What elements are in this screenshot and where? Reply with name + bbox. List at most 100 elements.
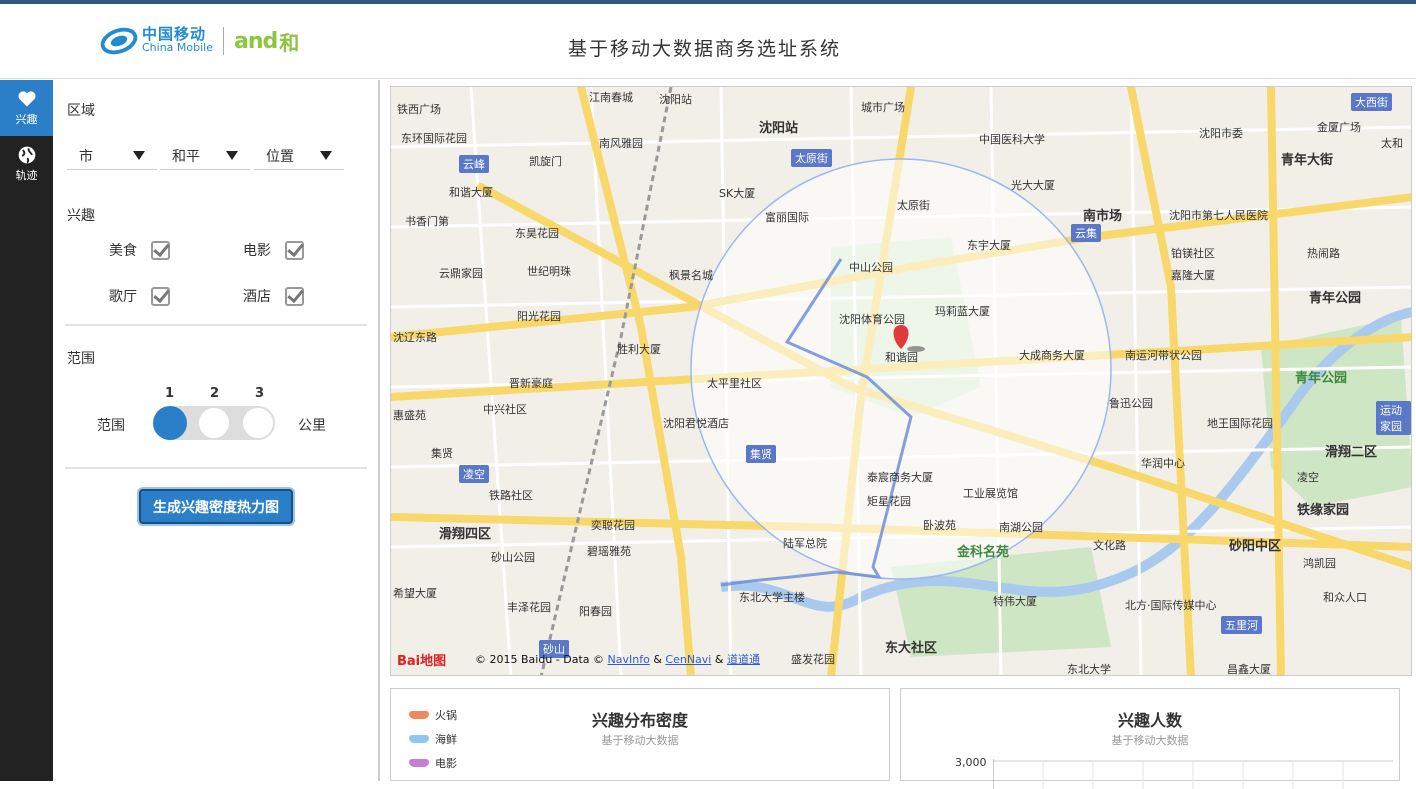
map-badge: 运动家园 xyxy=(1376,401,1411,435)
range-knob-1[interactable] xyxy=(153,406,187,440)
map-label: 江南春城 xyxy=(589,91,633,104)
generate-heatmap-button[interactable]: 生成兴趣密度热力图 xyxy=(139,489,293,524)
interest-food[interactable]: 美食 xyxy=(109,240,170,260)
interest-ktv[interactable]: 歌厅 xyxy=(109,286,170,306)
map-label: 云鼎家园 xyxy=(439,267,483,280)
density-chart-card: 火锅 海鲜 电影 兴趣分布密度 基于移动大数据 xyxy=(390,688,890,781)
map-label: 希望大厦 xyxy=(393,587,437,600)
navinfo-link[interactable]: NavInfo xyxy=(608,653,650,666)
city-select[interactable]: 市 xyxy=(67,142,157,170)
map-label: 世纪明珠 xyxy=(527,265,571,278)
chevron-down-icon xyxy=(320,151,332,160)
map-label: 工业展览馆 xyxy=(963,487,1018,500)
district-select[interactable]: 和平 xyxy=(160,142,250,170)
map-label: 书香门第 xyxy=(405,215,449,228)
range-slider[interactable] xyxy=(153,406,275,440)
legend-item-movie[interactable]: 电影 xyxy=(409,755,457,771)
location-select-value: 位置 xyxy=(266,148,294,165)
range-label: 范围 xyxy=(67,351,95,367)
daodaotong-link[interactable]: 道道通 xyxy=(727,653,760,666)
range-knob-3[interactable] xyxy=(243,408,273,438)
map-label: 南风雅园 xyxy=(599,137,643,150)
map-label: 胜利大厦 xyxy=(617,343,661,356)
brand-cn: 中国移动 xyxy=(142,25,207,43)
map-label: 滑翔二区 xyxy=(1325,445,1378,460)
checkbox[interactable] xyxy=(151,240,170,260)
map-label: 铁缘家园 xyxy=(1297,503,1350,518)
cennavi-link[interactable]: CenNavi xyxy=(665,653,711,666)
he-logo: 和 xyxy=(279,30,300,55)
legend-label: 电影 xyxy=(435,757,457,770)
map-label: 东大社区 xyxy=(885,641,938,656)
map-label: 砂阳中区 xyxy=(1229,539,1282,554)
legend-swatch xyxy=(409,759,429,767)
copyright-amp: & xyxy=(653,653,662,666)
nav-item-interest[interactable]: 兴趣 xyxy=(0,80,53,136)
divider xyxy=(65,467,367,469)
nav-label: 轨迹 xyxy=(15,169,38,182)
map-label: 阳春园 xyxy=(579,605,612,618)
map-label: 沈阳君悦酒店 xyxy=(663,417,729,430)
map-label: 太原街 xyxy=(897,199,930,212)
city-select-value: 市 xyxy=(79,148,93,165)
china-mobile-logo-icon xyxy=(100,27,138,55)
map-label: SK大厦 xyxy=(719,187,756,200)
map-label: 泰宸商务大厦 xyxy=(867,471,933,484)
district-select-value: 和平 xyxy=(172,148,200,165)
map-label: 沈阳站 xyxy=(659,93,692,106)
interest-movie-label: 电影 xyxy=(243,243,271,259)
checkbox[interactable] xyxy=(285,240,304,260)
map-badge: 云峰 xyxy=(459,155,489,173)
interest-ktv-label: 歌厅 xyxy=(109,289,137,305)
nav-item-trajectory[interactable]: 轨迹 xyxy=(0,136,53,192)
map-label: 青年公园 xyxy=(1309,291,1362,306)
range-circle xyxy=(690,158,1112,580)
map-label: 奕聪花园 xyxy=(591,519,635,532)
nav-label: 兴趣 xyxy=(15,113,38,126)
map-badge: 云集 xyxy=(1071,224,1101,242)
map-label: 大成商务大厦 xyxy=(1019,349,1085,362)
checkbox[interactable] xyxy=(151,286,170,306)
map-label: 南运河带状公园 xyxy=(1125,349,1202,362)
interest-hotel[interactable]: 酒店 xyxy=(243,286,304,306)
copyright-amp: & xyxy=(714,653,724,666)
baidu-map-logo[interactable]: Bai地图 xyxy=(397,650,446,669)
map-label: 华润中心 xyxy=(1141,457,1185,470)
map-label: 陆军总院 xyxy=(783,537,827,550)
globe-icon xyxy=(18,146,35,164)
map-label: 富丽国际 xyxy=(765,211,809,224)
range-knob-2[interactable] xyxy=(199,408,229,438)
interest-food-label: 美食 xyxy=(109,243,137,259)
checkbox[interactable] xyxy=(285,286,304,306)
map-label: 矩星花园 xyxy=(867,495,911,508)
map-label: 丰泽花园 xyxy=(507,601,551,614)
map-label: 南湖公园 xyxy=(999,521,1043,534)
map-label: 太平里社区 xyxy=(707,377,762,390)
map-badge: 集贤 xyxy=(746,445,776,463)
map-label: 东环国际花园 xyxy=(401,132,467,145)
map-label: 热闹路 xyxy=(1307,247,1340,260)
map-label: 特伟大厦 xyxy=(993,595,1037,608)
range-tick: 3 xyxy=(255,386,265,401)
map-copyright: © 2015 Baidu - Data © NavInfo & CenNavi … xyxy=(475,651,760,667)
logo-separator xyxy=(223,27,225,55)
location-select[interactable]: 位置 xyxy=(254,142,344,170)
map-label: 惠盛苑 xyxy=(393,409,426,422)
interest-movie[interactable]: 电影 xyxy=(243,240,304,260)
map-label: 太和 xyxy=(1381,137,1403,150)
map[interactable]: 云峰 太原街 云集 大西街 凌空 砂山 五里河 运动家园 集贤 铁西广场 江南春… xyxy=(390,86,1412,676)
map-label: 铂镁社区 xyxy=(1171,247,1215,260)
map-label: 东北大学 xyxy=(1067,663,1111,676)
heart-icon xyxy=(18,91,35,107)
range-tick: 1 xyxy=(165,386,175,401)
map-label: 沈阳市第七人民医院 xyxy=(1169,209,1268,222)
map-label: 沈阳市委 xyxy=(1199,127,1243,140)
map-badge: 五里河 xyxy=(1221,616,1262,634)
count-chart-card: 兴趣人数 基于移动大数据 3,000 xyxy=(900,688,1400,789)
copyright-text: © 2015 Baidu - Data © xyxy=(475,653,605,666)
map-label: 东昊花园 xyxy=(515,227,559,240)
map-label: 鲁迅公园 xyxy=(1109,397,1153,410)
map-label: 和谐大厦 xyxy=(449,186,493,199)
map-label: 沈阳站 xyxy=(759,121,799,136)
left-nav: 兴趣 轨迹 xyxy=(0,80,53,781)
